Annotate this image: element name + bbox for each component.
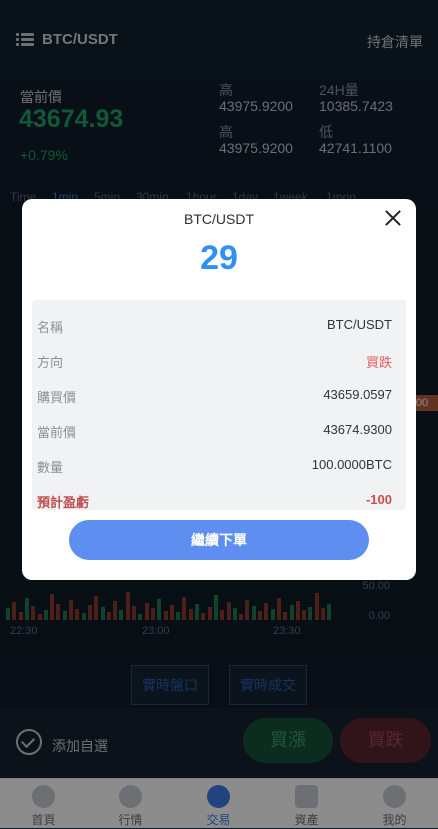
detail-value: 買跌 (365, 355, 392, 370)
trading-page: BTC/USDT 持倉清單 當前價 43674.93 +0.79% 高 4397… (0, 0, 438, 828)
countdown-timer: 29 (200, 239, 238, 277)
detail-key: 方向 (37, 355, 64, 370)
detail-row-name: 名稱 BTC/USDT (32, 307, 406, 342)
order-modal: BTC/USDT 29 名稱 BTC/USDT 方向 買跌 購買價 43659.… (22, 199, 416, 580)
detail-key: 當前價 (37, 425, 77, 440)
detail-value: 43674.9300 (323, 422, 392, 437)
detail-key: 購買價 (37, 390, 77, 405)
detail-value: BTC/USDT (327, 317, 392, 332)
continue-order-button[interactable]: 繼續下單 (69, 520, 369, 560)
detail-row-current-price: 當前價 43674.9300 (32, 412, 406, 447)
detail-row-quantity: 數量 100.0000BTC (32, 447, 406, 482)
modal-title: BTC/USDT (184, 211, 254, 227)
detail-value: -100 (365, 492, 392, 507)
detail-key: 名稱 (37, 320, 64, 335)
detail-row-buy-price: 購買價 43659.0597 (32, 377, 406, 412)
detail-value: 43659.0597 (323, 387, 392, 402)
detail-key: 預計盈虧 (37, 495, 90, 510)
detail-row-expected-pnl: 預計盈虧 -100 (32, 482, 406, 510)
order-details: 名稱 BTC/USDT 方向 買跌 購買價 43659.0597 當前價 436… (32, 300, 406, 510)
detail-key: 數量 (37, 460, 64, 475)
detail-value: 100.0000BTC (311, 457, 392, 472)
close-icon[interactable] (384, 209, 402, 227)
detail-row-direction: 方向 買跌 (32, 342, 406, 377)
